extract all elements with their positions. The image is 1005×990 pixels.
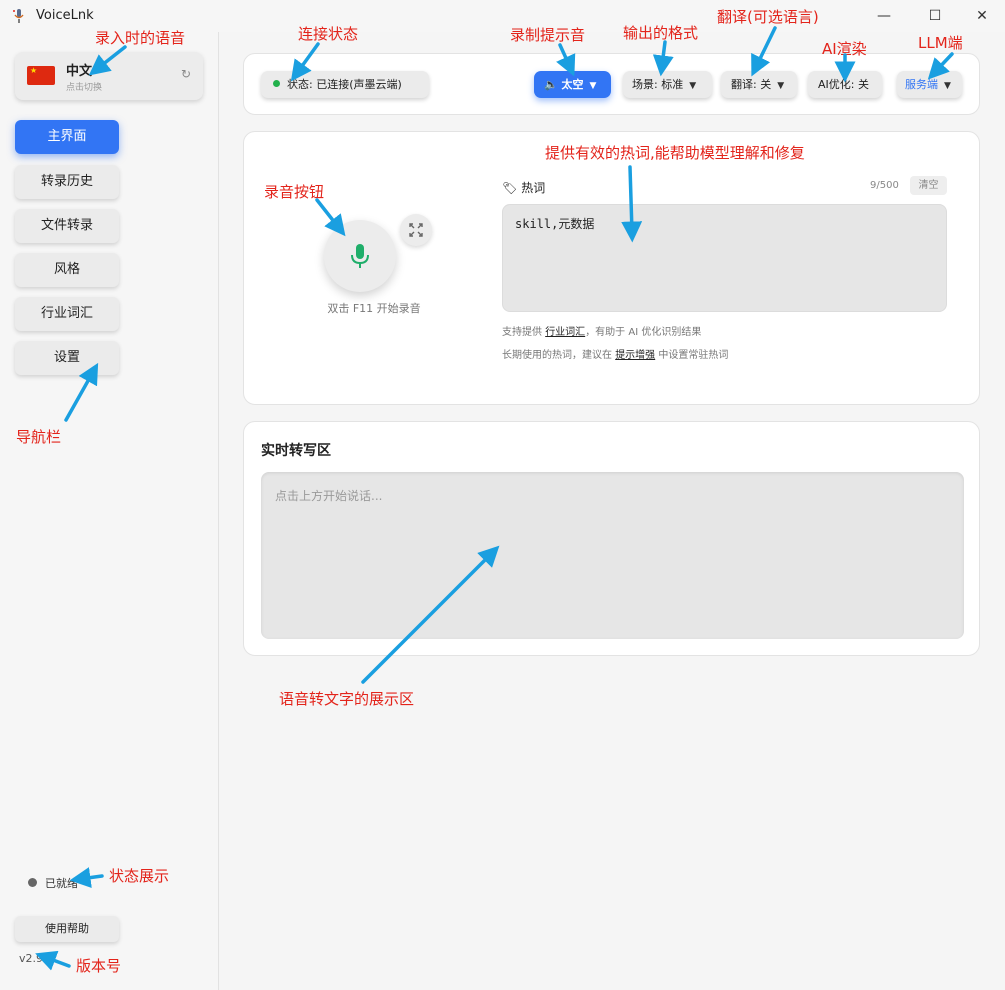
prompt-enhance-link[interactable]: 提示增强 <box>615 350 655 361</box>
record-hint: 双击 F11 开始录音 <box>327 302 421 315</box>
connection-status: 状态: 已连接(声墨云端) <box>261 71 429 98</box>
nav-file-transcribe[interactable]: 文件转录 <box>15 209 119 243</box>
app-status: 已就绪 <box>45 877 78 890</box>
app-title: VoiceLnk <box>36 8 94 23</box>
china-flag-icon: ★ <box>27 66 55 85</box>
version-label: v2.9 <box>19 952 44 965</box>
nav-settings[interactable]: 设置 <box>15 341 119 375</box>
annotation-ai-render: AI渲染 <box>822 40 867 58</box>
close-button[interactable]: ✕ <box>972 6 992 26</box>
annotation-record-button: 录音按钮 <box>264 183 325 201</box>
industry-vocab-link[interactable]: 行业词汇 <box>545 327 585 338</box>
nav-history[interactable]: 转录历史 <box>15 165 119 199</box>
help-button[interactable]: 使用帮助 <box>15 916 119 942</box>
maximize-button[interactable]: ☐ <box>925 6 945 26</box>
transcript-panel: 实时转写区 点击上方开始说话... <box>243 421 980 656</box>
annotation-status-display: 状态展示 <box>109 867 170 885</box>
connected-dot <box>273 80 280 87</box>
translate-dropdown[interactable]: 翻译: 关 ▼ <box>721 71 797 98</box>
hotwords-count: 9/500 <box>870 180 899 191</box>
minimize-button[interactable]: — <box>874 6 894 26</box>
expand-icon <box>409 223 423 237</box>
hotwords-input[interactable]: skill,元数据 <box>502 204 947 312</box>
language-name: 中文 <box>66 64 93 79</box>
server-dropdown[interactable]: 服务端 ▼ <box>897 71 962 98</box>
nav-industry-vocab[interactable]: 行业词汇 <box>15 297 119 331</box>
settings-bar: 状态: 已连接(声墨云端) 🔈 太空 ▼ 场景: 标准 ▼ 翻译: 关 ▼ AI优化:… <box>243 53 980 115</box>
annotation-output-format: 输出的格式 <box>623 24 699 42</box>
annotation-translate: 翻译(可选语言) <box>717 8 819 26</box>
scene-dropdown[interactable]: 场景: 标准 ▼ <box>623 71 712 98</box>
prompt-sound-dropdown[interactable]: 🔈 太空 ▼ <box>534 71 611 98</box>
speaker-icon: 🔈 <box>544 78 558 91</box>
refresh-icon[interactable]: ↻ <box>181 67 191 81</box>
hotwords-clear-button[interactable]: 清空 <box>910 176 947 195</box>
annotation-connection-status: 连接状态 <box>298 25 359 43</box>
tag-icon: 🏷 <box>502 181 518 195</box>
language-switch-card[interactable]: ★ 中文 点击切换 ↻ <box>15 52 203 100</box>
annotation-input-language: 录入时的语音 <box>95 29 186 47</box>
annotation-display-area: 语音转文字的展示区 <box>279 690 415 708</box>
annotation-hotword-tip: 提供有效的热词,能帮助模型理解和修复 <box>545 144 805 162</box>
ai-optimize-toggle[interactable]: AI优化: 关 <box>808 71 882 98</box>
language-switch-hint: 点击切换 <box>66 83 103 93</box>
record-button[interactable] <box>324 220 396 292</box>
record-panel: 双击 F11 开始录音 🏷 热词 9/500 清空 skill,元数据 支持提供 … <box>243 131 980 405</box>
microphone-icon <box>351 244 369 268</box>
annotation-version: 版本号 <box>76 957 122 975</box>
sidebar: ★ 中文 点击切换 ↻ 主界面 转录历史 文件转录 风格 行业词汇 设置 <box>0 32 219 990</box>
status-indicator-dot <box>28 878 37 887</box>
nav-style[interactable]: 风格 <box>15 253 119 287</box>
hotwords-note-2: 长期使用的热词，建议在 提示增强 中设置常驻热词 <box>502 350 729 361</box>
annotation-llm-end: LLM端 <box>918 34 963 52</box>
transcript-area[interactable]: 点击上方开始说话... <box>261 472 964 639</box>
fullscreen-button[interactable] <box>400 214 432 246</box>
annotation-record-sound: 录制提示音 <box>510 26 586 44</box>
nav-main[interactable]: 主界面 <box>15 120 119 154</box>
transcript-title: 实时转写区 <box>261 443 331 459</box>
hotwords-header: 🏷 热词 <box>502 181 546 195</box>
app-logo-icon <box>13 9 24 23</box>
hotwords-note-1: 支持提供 行业词汇，有助于 AI 优化识别结果 <box>502 327 702 338</box>
annotation-nav-bar: 导航栏 <box>16 428 62 446</box>
